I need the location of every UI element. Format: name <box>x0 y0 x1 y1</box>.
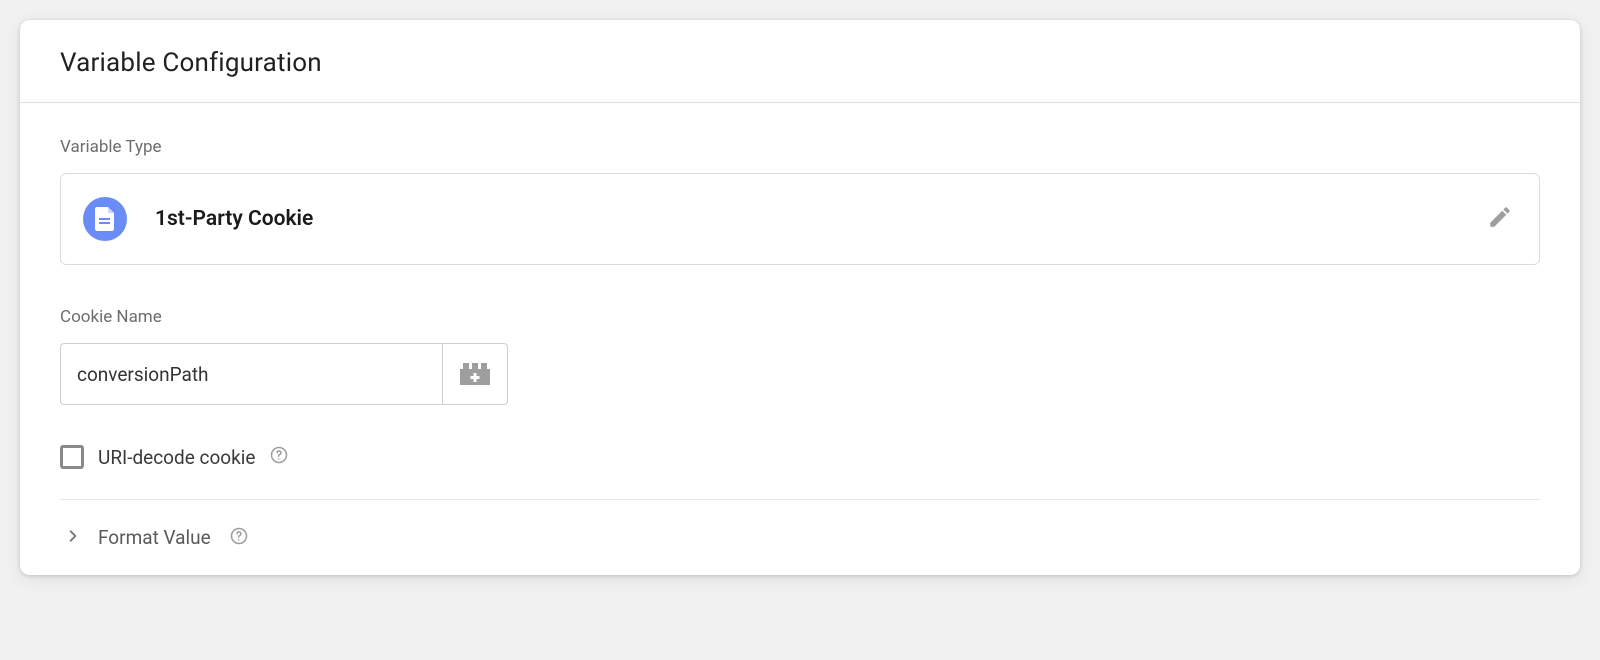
cookie-name-input-group <box>60 343 508 405</box>
card-title: Variable Configuration <box>60 48 1540 78</box>
uri-decode-help-button[interactable] <box>269 447 289 467</box>
insert-variable-button[interactable] <box>442 343 508 405</box>
card-header: Variable Configuration <box>20 20 1580 103</box>
card-body: Variable Type 1st-Party Cookie <box>20 103 1580 575</box>
edit-variable-type-button[interactable] <box>1483 202 1517 236</box>
format-value-label: Format Value <box>98 526 211 549</box>
page-icon <box>83 197 127 241</box>
variable-config-card: Variable Configuration Variable Type 1st… <box>20 20 1580 575</box>
format-value-toggle[interactable]: Format Value <box>60 526 1540 549</box>
question-circle-icon <box>270 446 288 468</box>
brick-plus-icon <box>458 361 492 387</box>
chevron-right-icon <box>66 528 80 547</box>
pencil-icon <box>1487 204 1513 234</box>
variable-type-name: 1st-Party Cookie <box>155 207 1455 231</box>
question-circle-icon <box>230 527 248 549</box>
variable-type-selector[interactable]: 1st-Party Cookie <box>60 173 1540 265</box>
uri-decode-checkbox[interactable] <box>60 445 84 469</box>
variable-type-label: Variable Type <box>60 137 1540 157</box>
uri-decode-label: URI-decode cookie <box>98 446 255 469</box>
uri-decode-row: URI-decode cookie <box>60 445 1540 500</box>
format-value-help-button[interactable] <box>229 528 249 548</box>
cookie-name-input[interactable] <box>60 343 442 405</box>
cookie-name-label: Cookie Name <box>60 307 1540 327</box>
